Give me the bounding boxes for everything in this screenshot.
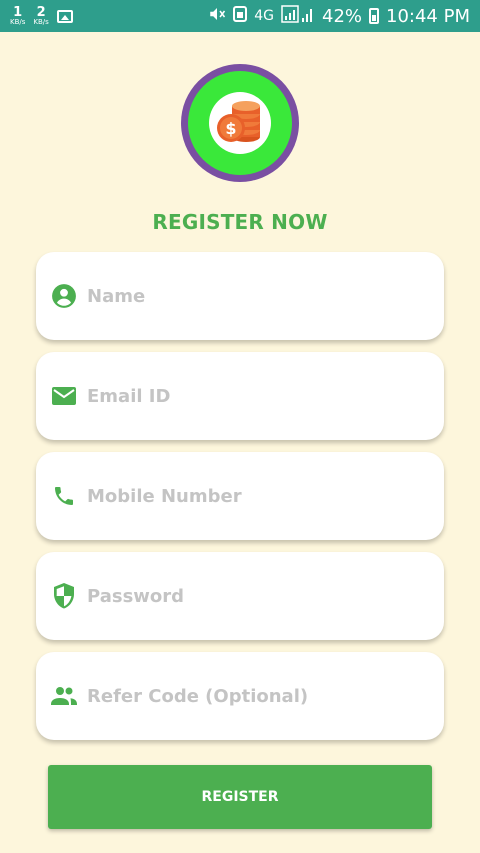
person-icon (50, 282, 78, 310)
mute-icon (208, 5, 226, 28)
status-bar-right: 4G 42% 10:44 PM (208, 4, 470, 28)
refer-code-field[interactable]: Refer Code (Optional) (36, 652, 444, 740)
battery-icon (369, 8, 380, 24)
mobile-field[interactable]: Mobile Number (36, 452, 444, 540)
gallery-icon (56, 9, 73, 23)
signal-icon (281, 4, 315, 28)
clock: 10:44 PM (386, 5, 470, 27)
sim-icon (233, 5, 248, 27)
email-field[interactable]: Email ID (36, 352, 444, 440)
logo-center: $ (209, 92, 271, 154)
phone-icon (50, 482, 78, 510)
name-field[interactable]: Name (36, 252, 444, 340)
password-field[interactable]: Password (36, 552, 444, 640)
upload-speed: 1 KB/s (10, 6, 25, 26)
name-placeholder: Name (87, 285, 146, 307)
app-logo: $ (181, 64, 299, 182)
register-button[interactable]: REGISTER (48, 765, 432, 829)
status-bar-left: 1 KB/s 2 KB/s (10, 6, 73, 26)
coins-icon: $ (217, 101, 260, 142)
mail-icon (50, 382, 78, 410)
network-type: 4G (254, 8, 274, 24)
status-bar: 1 KB/s 2 KB/s 4G 42% 10:44 PM (0, 0, 480, 32)
page-title: REGISTER NOW (152, 210, 328, 234)
download-speed: 2 KB/s (33, 6, 48, 26)
mobile-placeholder: Mobile Number (87, 485, 242, 507)
battery-percent: 42% (322, 5, 363, 27)
group-icon (50, 682, 78, 710)
refer-code-placeholder: Refer Code (Optional) (87, 685, 309, 707)
svg-text:$: $ (225, 119, 236, 138)
email-placeholder: Email ID (87, 385, 171, 407)
upload-speed-unit: KB/s (10, 18, 26, 26)
shield-icon (50, 582, 78, 610)
logo-inner-ring: $ (188, 71, 292, 175)
download-speed-unit: KB/s (33, 18, 49, 26)
password-placeholder: Password (87, 585, 185, 607)
